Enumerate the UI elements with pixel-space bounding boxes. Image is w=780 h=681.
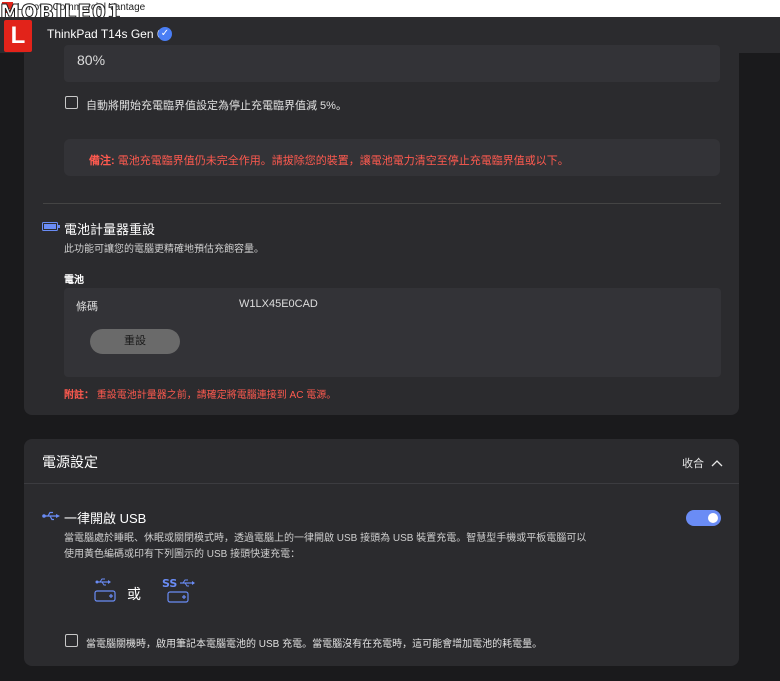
usb-battery-charge-label: 當電腦關機時，啟用筆記本電腦電池的 USB 充電。當電腦沒有在充電時，這可能會增… (86, 639, 543, 650)
battery-icon (42, 222, 60, 231)
usb-battery-charge-checkbox[interactable] (65, 634, 78, 647)
check-badge-icon: ✓ (158, 27, 172, 41)
gauge-reset-note: 附註： 重設電池計量器之前，請確定將電腦連接到 AC 電源。 (64, 386, 336, 401)
gauge-reset-description: 此功能可讓您的電腦更精確地預估充飽容量。 (64, 244, 264, 255)
lenovo-logo: L (4, 20, 32, 52)
usb-description-line1: 當電腦處於睡眠、休眠或關閉模式時，透過電腦上的一律開啟 USB 接頭為 USB … (64, 533, 587, 544)
svg-text:SS: SS (162, 577, 177, 590)
threshold-note-prefix: 備注: (89, 155, 115, 167)
threshold-note: 備注: 電池充電臨界值仍未完全作用。請拔除您的裝置，讓電池電力清空至停止充電臨界… (89, 152, 569, 168)
collapse-label: 收合 (682, 458, 704, 470)
auto-threshold-checkbox[interactable] (65, 96, 78, 109)
battery-label: 電池 (64, 275, 84, 286)
collapse-button[interactable]: 收合 (682, 454, 723, 472)
or-text: 或 (127, 586, 141, 602)
gauge-note-text: 重設電池計量器之前，請確定將電腦連接到 AC 電源。 (94, 390, 337, 401)
reset-button[interactable]: 重設 (90, 329, 180, 354)
always-on-usb-toggle[interactable] (686, 510, 721, 526)
section-divider (43, 203, 721, 204)
barcode-value: W1LX45E0CAD (239, 298, 318, 310)
usb-description-line2: 使用黃色編碼或印有下列圖示的 USB 接頭快速充電： (64, 549, 301, 560)
stop-threshold-dropdown[interactable]: 80% (64, 45, 720, 82)
auto-threshold-label: 自動將開始充電臨界值設定為停止充電臨界值減 5%。 (86, 100, 347, 112)
chevron-up-icon (711, 460, 723, 467)
barcode-label: 條碼 (76, 301, 98, 313)
always-on-usb-title: 一律開啟 USB (64, 511, 147, 526)
usb-charge-port-icon (94, 578, 116, 602)
toggle-knob (708, 513, 718, 523)
superspeed-usb-icon: SS (162, 577, 195, 603)
gauge-note-prefix: 附註： (64, 390, 94, 401)
card-header-divider (24, 483, 739, 484)
usb-icon (42, 511, 60, 521)
threshold-note-text: 電池充電臨界值仍未完全作用。請拔除您的裝置，讓電池電力清空至停止充電臨界值或以下… (114, 155, 569, 167)
device-name: ThinkPad T14s Gen 6 (47, 27, 164, 41)
power-settings-title: 電源設定 (42, 454, 98, 470)
gauge-reset-title: 電池計量器重設 (64, 222, 156, 237)
